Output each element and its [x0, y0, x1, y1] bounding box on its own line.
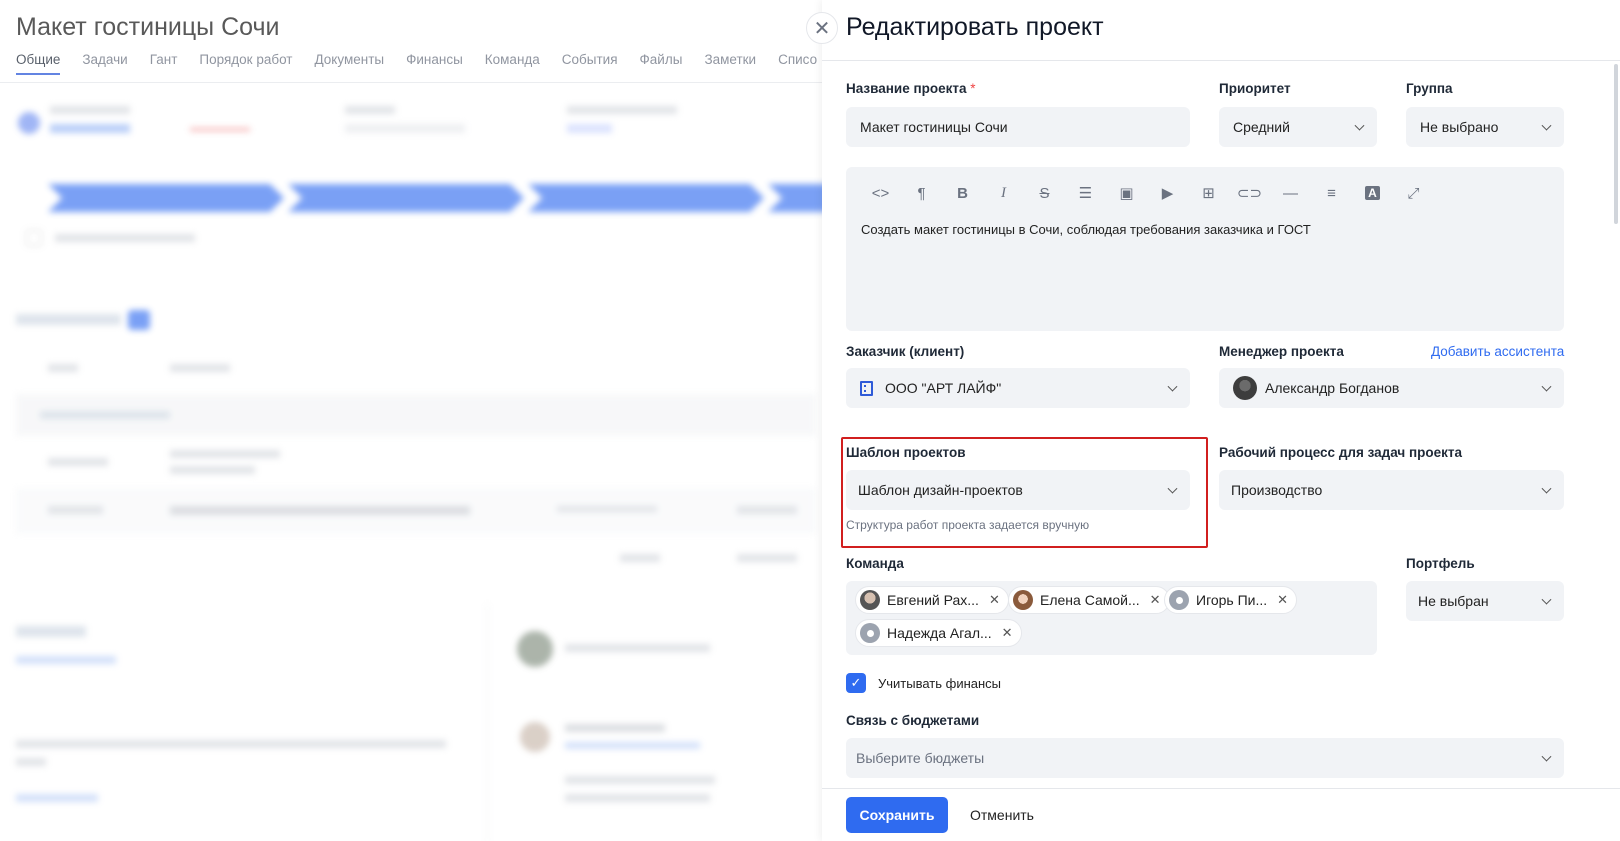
chevron-down-icon	[1167, 483, 1178, 494]
team-member-chip: Евгений Рах... ✕	[855, 586, 1009, 614]
close-icon: ✕	[813, 17, 831, 40]
chevron-down-icon	[1541, 120, 1552, 131]
team-member-name: Елена Самой...	[1040, 592, 1140, 608]
team-member-chip: Игорь Пи... ✕	[1164, 586, 1298, 614]
strikethrough-icon[interactable]: S	[1024, 179, 1065, 207]
background-page: Макет гостиницы Сочи Общие Задачи Гант П…	[0, 0, 822, 841]
paragraph-icon[interactable]: ¶	[901, 179, 942, 207]
manager-select[interactable]: Александр Богданов	[1219, 368, 1564, 408]
italic-icon[interactable]: I	[983, 179, 1024, 207]
table-icon[interactable]: ⊞	[1188, 179, 1229, 207]
description-text[interactable]: Создать макет гостиницы в Сочи, соблюдая…	[861, 222, 1311, 237]
portfolio-label: Портфель	[1406, 556, 1475, 571]
edit-project-panel: Редактировать проект Название проекта * …	[822, 0, 1620, 841]
save-button[interactable]: Сохранить	[846, 797, 948, 833]
project-name-input[interactable]: Макет гостиницы Сочи	[846, 107, 1190, 147]
budgets-select[interactable]: Выберите бюджеты	[846, 738, 1564, 778]
team-select[interactable]: Евгений Рах... ✕ Елена Самой... ✕ Игорь …	[846, 581, 1377, 655]
priority-select[interactable]: Средний	[1219, 107, 1377, 147]
chevron-down-icon	[1167, 381, 1178, 392]
portfolio-select[interactable]: Не выбран	[1406, 581, 1564, 621]
fullscreen-icon[interactable]: ⤢	[1393, 179, 1434, 207]
building-icon	[860, 380, 873, 396]
remove-icon[interactable]: ✕	[1277, 592, 1288, 608]
priority-label: Приоритет	[1219, 81, 1291, 96]
bold-icon[interactable]: B	[942, 179, 983, 207]
template-select[interactable]: Шаблон дизайн-проектов	[846, 470, 1190, 510]
chevron-down-icon	[1541, 751, 1552, 762]
panel-title: Редактировать проект	[846, 13, 1104, 41]
user-icon	[860, 623, 880, 643]
template-value: Шаблон дизайн-проектов	[858, 482, 1023, 498]
required-mark: *	[970, 81, 976, 96]
team-member-name: Игорь Пи...	[1196, 592, 1268, 608]
chevron-down-icon	[1541, 381, 1552, 392]
customer-select[interactable]: ООО "АРТ ЛАЙФ"	[846, 368, 1190, 408]
workflow-label: Рабочий процесс для задач проекта	[1219, 445, 1462, 460]
chevron-down-icon	[1541, 483, 1552, 494]
modal-overlay	[0, 0, 822, 841]
manager-label: Менеджер проекта	[1219, 344, 1344, 359]
team-member-chip: Надежда Агал... ✕	[855, 619, 1022, 647]
workflow-value: Производство	[1231, 482, 1323, 498]
team-member-chip: Елена Самой... ✕	[1008, 586, 1170, 614]
portfolio-value: Не выбран	[1418, 593, 1489, 609]
text-color-icon[interactable]: A	[1352, 179, 1393, 207]
group-value: Не выбрано	[1420, 119, 1499, 135]
footer-divider	[822, 788, 1620, 789]
description-editor[interactable]: <> ¶ B I S ☰ ▣ ▶ ⊞ ⊂⊃ — ≡ A ⤢ Создать ма…	[846, 167, 1564, 331]
manager-value: Александр Богданов	[1265, 380, 1400, 396]
panel-header-divider	[822, 60, 1620, 61]
finance-checkbox-label: Учитывать финансы	[878, 676, 1002, 691]
remove-icon[interactable]: ✕	[989, 592, 1000, 608]
finance-checkbox[interactable]: ✓	[846, 673, 866, 693]
horizontal-rule-icon[interactable]: —	[1270, 179, 1311, 207]
template-label: Шаблон проектов	[846, 445, 966, 460]
chevron-down-icon	[1354, 120, 1365, 131]
customer-label: Заказчик (клиент)	[846, 344, 965, 359]
budgets-placeholder: Выберите бюджеты	[856, 750, 985, 766]
panel-scrollbar[interactable]	[1614, 64, 1618, 224]
priority-value: Средний	[1233, 119, 1290, 135]
project-name-label: Название проекта *	[846, 81, 976, 96]
editor-toolbar: <> ¶ B I S ☰ ▣ ▶ ⊞ ⊂⊃ — ≡ A ⤢	[860, 179, 1434, 207]
add-assistant-link[interactable]: Добавить ассистента	[1431, 344, 1564, 359]
chevron-down-icon	[1541, 594, 1552, 605]
code-icon[interactable]: <>	[860, 179, 901, 207]
budgets-label: Связь с бюджетами	[846, 713, 980, 728]
team-member-name: Надежда Агал...	[887, 625, 992, 641]
remove-icon[interactable]: ✕	[1002, 625, 1013, 641]
avatar	[860, 590, 880, 610]
group-select[interactable]: Не выбрано	[1406, 107, 1564, 147]
remove-icon[interactable]: ✕	[1150, 592, 1161, 608]
workflow-select[interactable]: Производство	[1219, 470, 1564, 510]
team-label: Команда	[846, 556, 904, 571]
team-member-name: Евгений Рах...	[887, 592, 979, 608]
close-button[interactable]: ✕	[806, 12, 838, 44]
cancel-button[interactable]: Отменить	[970, 807, 1034, 823]
image-icon[interactable]: ▣	[1106, 179, 1147, 207]
avatar	[1013, 590, 1033, 610]
template-hint: Структура работ проекта задается вручную	[846, 518, 1090, 532]
align-icon[interactable]: ≡	[1311, 179, 1352, 207]
video-icon[interactable]: ▶	[1147, 179, 1188, 207]
customer-value: ООО "АРТ ЛАЙФ"	[885, 380, 1002, 396]
list-icon[interactable]: ☰	[1065, 179, 1106, 207]
avatar	[1233, 376, 1257, 400]
link-icon[interactable]: ⊂⊃	[1229, 179, 1270, 207]
user-icon	[1169, 590, 1189, 610]
group-label: Группа	[1406, 81, 1453, 96]
